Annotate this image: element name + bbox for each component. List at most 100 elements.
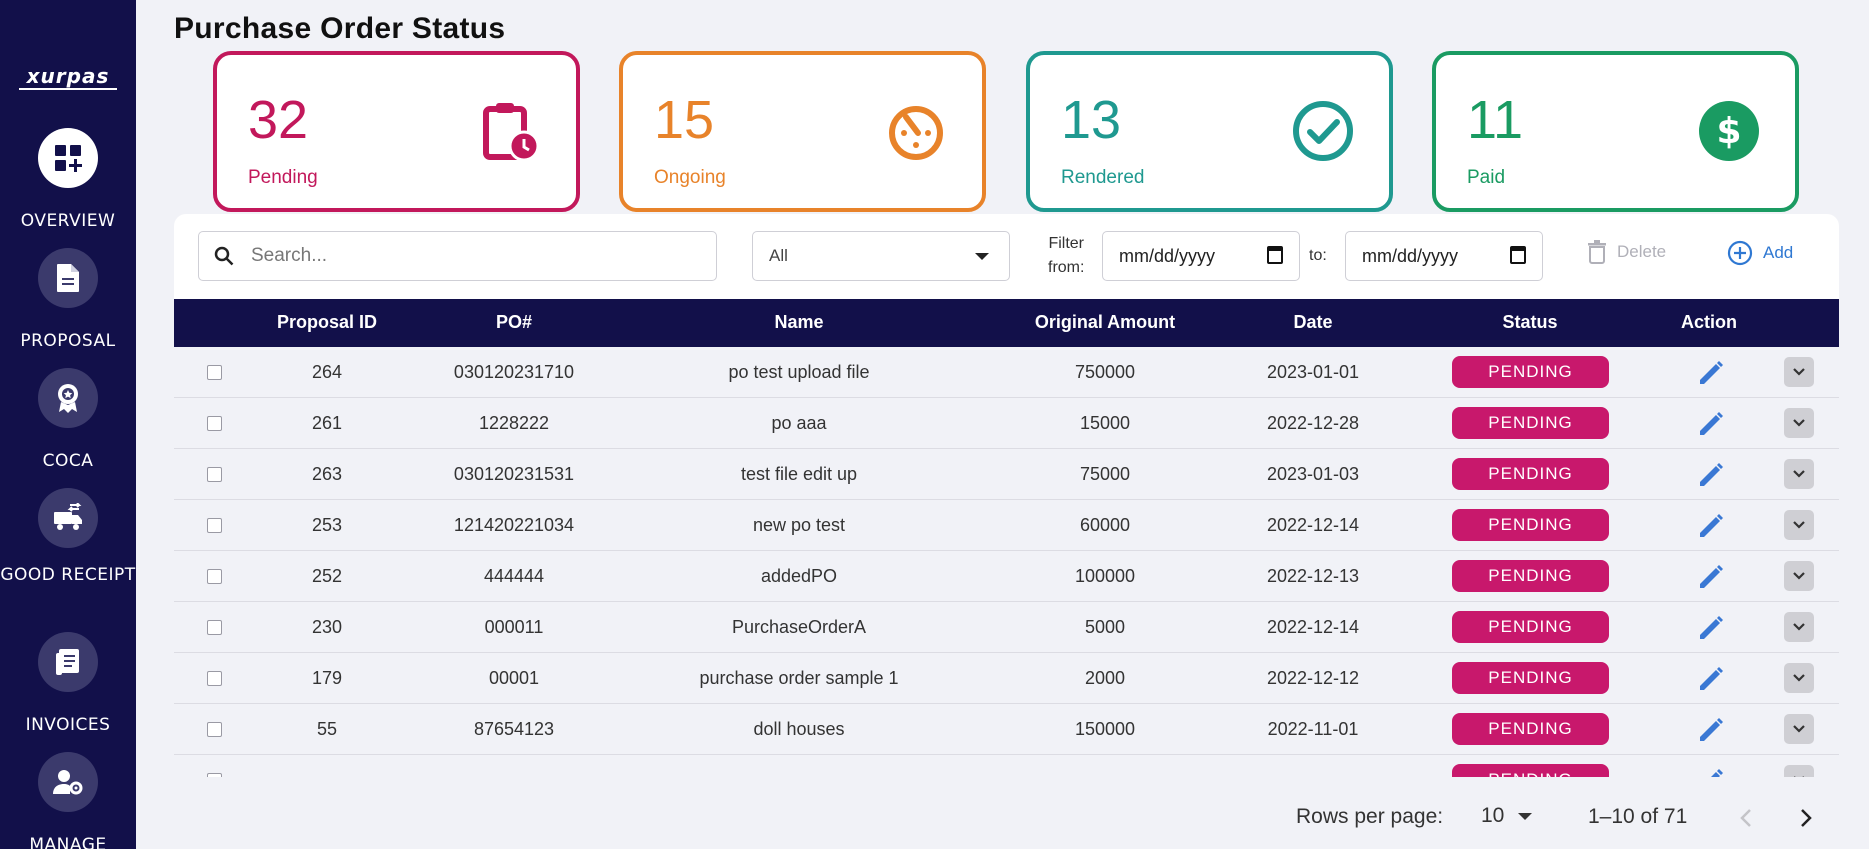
column-header[interactable]: PO# (496, 312, 532, 333)
edit-pencil-icon[interactable] (1696, 613, 1726, 643)
expand-row-button[interactable] (1784, 561, 1814, 591)
sidebar-item-label: GOOD RECEIPT (0, 565, 136, 585)
delete-button[interactable]: Delete (1587, 240, 1666, 264)
sidebar-item-proposal[interactable]: PROPOSAL (0, 248, 136, 355)
filter-from-label: Filter from: (1048, 232, 1084, 280)
chevron-down-icon (1794, 776, 1804, 777)
row-checkbox[interactable] (207, 467, 222, 482)
add-button[interactable]: Add (1727, 240, 1793, 266)
expand-row-button[interactable] (1784, 612, 1814, 642)
check-circle-icon (1293, 101, 1353, 161)
edit-pencil-icon[interactable] (1696, 715, 1726, 745)
amount-cell: 150000 (1074, 719, 1136, 739)
sidebar-item-coca[interactable]: COCA (0, 368, 136, 475)
name-cell: po test upload file (728, 362, 870, 382)
expand-row-button[interactable] (1784, 663, 1814, 693)
rendered-label: Rendered (1061, 167, 1145, 188)
paid-label: Paid (1467, 167, 1506, 188)
search-box[interactable] (198, 231, 717, 281)
next-page-button[interactable] (1788, 800, 1824, 836)
table-row[interactable]: 261 1228222 po aaa 15000 2022-12-28 PEND… (174, 398, 1839, 449)
calendar-icon[interactable] (1510, 246, 1526, 264)
chevron-down-icon (1793, 368, 1805, 376)
sidebar-item-label: INVOICES (25, 715, 111, 735)
delete-label: Delete (1617, 242, 1667, 261)
table-row[interactable]: 179 00001 purchase order sample 1 2000 2… (174, 653, 1839, 704)
row-checkbox[interactable] (207, 518, 222, 533)
pending-card[interactable]: 32 Pending (213, 51, 580, 212)
search-input[interactable] (251, 242, 701, 270)
date-cell: 2022-12-12 (1266, 668, 1360, 688)
table-row[interactable]: PENDING (174, 755, 1839, 777)
po-number-cell: 444444 (483, 566, 545, 586)
status-filter-select[interactable]: All (752, 231, 1010, 281)
edit-pencil-icon[interactable] (1696, 511, 1726, 541)
sidebar-item-good-receipt[interactable]: GOOD RECEIPT (0, 488, 136, 589)
paid-count: 11 (1467, 90, 1524, 150)
table-row[interactable]: 230 000011 PurchaseOrderA 5000 2022-12-1… (174, 602, 1839, 653)
calendar-icon[interactable] (1267, 246, 1283, 264)
expand-row-button[interactable] (1784, 408, 1814, 438)
expand-row-button[interactable] (1784, 714, 1814, 744)
row-checkbox[interactable] (207, 671, 222, 686)
sidebar-item-overview[interactable]: OVERVIEW (0, 128, 136, 235)
sidebar: xurpas OVERVIEW PROPOSAL COCA GOOD RECEI… (0, 0, 136, 849)
add-circle-icon (1727, 240, 1753, 266)
rendered-card[interactable]: 13 Rendered (1026, 51, 1393, 212)
ongoing-card[interactable]: 15 Ongoing (619, 51, 986, 212)
table-row[interactable]: 55 87654123 doll houses 150000 2022-11-0… (174, 704, 1839, 755)
sidebar-item-invoices[interactable]: INVOICES (0, 632, 136, 739)
sidebar-item-label: PROPOSAL (20, 331, 116, 351)
rows-per-page-select[interactable]: 10 (1481, 804, 1533, 828)
column-header[interactable]: Status (1502, 312, 1557, 333)
proposal-id-cell: 179 (311, 668, 343, 688)
column-header[interactable]: Original Amount (1035, 312, 1175, 333)
row-checkbox[interactable] (207, 416, 222, 431)
row-checkbox[interactable] (207, 365, 222, 380)
name-cell: PurchaseOrderA (731, 617, 867, 637)
edit-pencil-icon[interactable] (1696, 409, 1726, 439)
table-row[interactable]: 252 444444 addedPO 100000 2022-12-13 PEN… (174, 551, 1839, 602)
paid-card[interactable]: 11 Paid $ (1432, 51, 1799, 212)
edit-pencil-icon[interactable] (1696, 562, 1726, 592)
expand-row-button[interactable] (1784, 459, 1814, 489)
chevron-left-icon (1740, 809, 1751, 827)
row-checkbox[interactable] (207, 569, 222, 584)
column-header[interactable]: Date (1293, 312, 1332, 333)
status-badge: PENDING (1452, 662, 1609, 694)
column-header[interactable]: Name (774, 312, 823, 333)
column-header[interactable]: Proposal ID (277, 312, 377, 333)
row-checkbox[interactable] (207, 620, 222, 635)
sidebar-item-manage[interactable]: MANAGE (0, 752, 136, 849)
amount-cell: 2000 (1084, 668, 1126, 688)
rendered-count: 13 (1061, 90, 1122, 150)
row-checkbox[interactable] (207, 773, 222, 777)
chevron-down-icon (1793, 674, 1805, 682)
table-row[interactable]: 264 030120231710 po test upload file 750… (174, 347, 1839, 398)
amount-cell: 75000 (1079, 464, 1131, 484)
po-number-cell: 030120231531 (453, 464, 575, 484)
po-number-cell: 87654123 (473, 719, 555, 739)
table-row[interactable]: 263 030120231531 test file edit up 75000… (174, 449, 1839, 500)
chevron-down-icon (1793, 623, 1805, 631)
previous-page-button[interactable] (1728, 800, 1764, 836)
edit-pencil-icon[interactable] (1696, 358, 1726, 388)
date-from-input[interactable]: mm/dd/yyyy (1102, 231, 1300, 281)
edit-pencil-icon[interactable] (1696, 460, 1726, 490)
table-header: Proposal ID PO# Name Original Amount Dat… (174, 299, 1839, 347)
expand-row-button[interactable] (1784, 510, 1814, 540)
date-to-input[interactable]: mm/dd/yyyy (1345, 231, 1543, 281)
sidebar-item-label: MANAGE (29, 835, 107, 849)
expand-row-button[interactable] (1784, 765, 1814, 777)
ongoing-label: Ongoing (654, 167, 726, 188)
row-checkbox[interactable] (207, 722, 222, 737)
proposal-id-cell: 252 (311, 566, 343, 586)
expand-row-button[interactable] (1784, 357, 1814, 387)
name-cell: addedPO (760, 566, 838, 586)
table-row[interactable]: 253 121420221034 new po test 60000 2022-… (174, 500, 1839, 551)
table-body[interactable]: 264 030120231710 po test upload file 750… (174, 347, 1839, 777)
pending-label: Pending (248, 167, 318, 188)
edit-pencil-icon[interactable] (1696, 766, 1726, 777)
amount-cell: 750000 (1074, 362, 1136, 382)
edit-pencil-icon[interactable] (1696, 664, 1726, 694)
